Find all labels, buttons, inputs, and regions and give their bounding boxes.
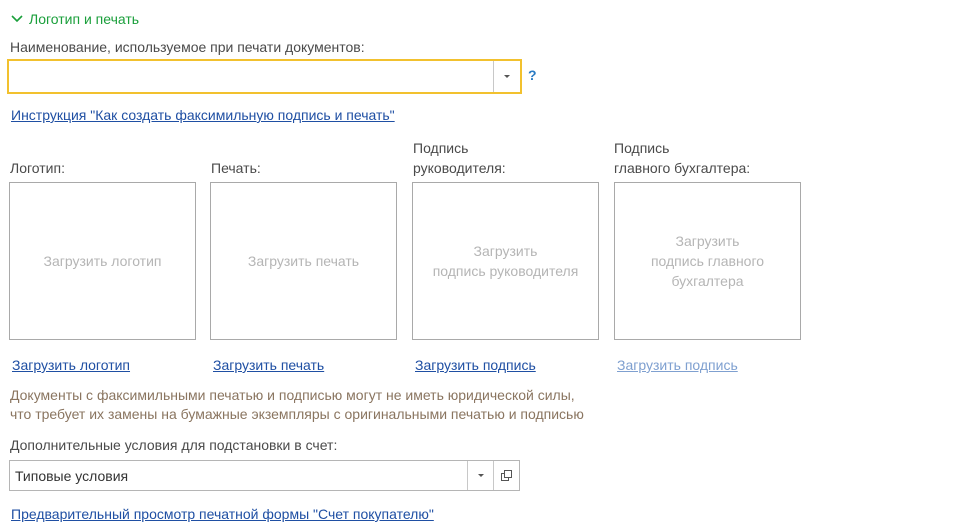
dropdown-arrow-icon bbox=[477, 474, 484, 477]
open-window-icon bbox=[501, 470, 512, 481]
stamp-placeholder: Загрузить печать bbox=[247, 253, 360, 269]
conditions-dropdown-button[interactable] bbox=[467, 461, 493, 490]
dropdown-arrow-icon bbox=[504, 75, 510, 78]
conditions-open-button[interactable] bbox=[493, 461, 519, 490]
name-field[interactable] bbox=[7, 59, 522, 94]
name-field-dropdown-button[interactable] bbox=[493, 61, 520, 92]
name-field-value[interactable] bbox=[9, 61, 493, 92]
legal-note-line-2: что требует их замены на бумажные экземп… bbox=[10, 406, 584, 422]
section-title: Логотип и печать bbox=[29, 11, 140, 27]
stamp-image-box[interactable]: Загрузить печать bbox=[210, 182, 397, 340]
accountant-signature-image-box[interactable]: Загрузить подпись главного бухгалтера bbox=[614, 182, 801, 340]
director-signature-image-box[interactable]: Загрузить подпись руководителя bbox=[412, 182, 599, 340]
accountant-signature-placeholder: Загрузить подпись главного бухгалтера bbox=[650, 233, 765, 289]
preview-print-form-link[interactable]: Предварительный просмотр печатной формы … bbox=[11, 506, 434, 522]
stamp-label: Печать: bbox=[211, 160, 261, 176]
logo-image-box[interactable]: Загрузить логотип bbox=[9, 182, 196, 340]
upload-director-signature-link[interactable]: Загрузить подпись bbox=[415, 357, 536, 373]
director-signature-label: Подпись руководителя: bbox=[413, 140, 506, 176]
upload-logo-link[interactable]: Загрузить логотип bbox=[12, 357, 130, 373]
section-toggle[interactable]: Логотип и печать bbox=[11, 11, 139, 27]
instruction-link[interactable]: Инструкция "Как создать факсимильную под… bbox=[11, 107, 395, 123]
legal-note-line-1: Документы с факсимильными печатью и подп… bbox=[10, 387, 575, 403]
logo-label: Логотип: bbox=[10, 160, 65, 176]
chevron-down-icon bbox=[11, 15, 23, 23]
conditions-field-label: Дополнительные условия для подстановки в… bbox=[10, 437, 338, 453]
accountant-signature-label: Подпись главного бухгалтера: bbox=[614, 140, 751, 176]
upload-accountant-signature-link[interactable]: Загрузить подпись bbox=[617, 357, 738, 373]
conditions-field-value[interactable]: Типовые условия bbox=[10, 461, 467, 490]
conditions-field[interactable]: Типовые условия bbox=[9, 460, 520, 491]
help-button[interactable]: ? bbox=[528, 67, 537, 83]
logo-placeholder: Загрузить логотип bbox=[43, 253, 162, 269]
upload-stamp-link[interactable]: Загрузить печать bbox=[213, 357, 324, 373]
director-signature-placeholder: Загрузить подпись руководителя bbox=[432, 243, 579, 279]
name-field-label: Наименование, используемое при печати до… bbox=[10, 39, 365, 55]
